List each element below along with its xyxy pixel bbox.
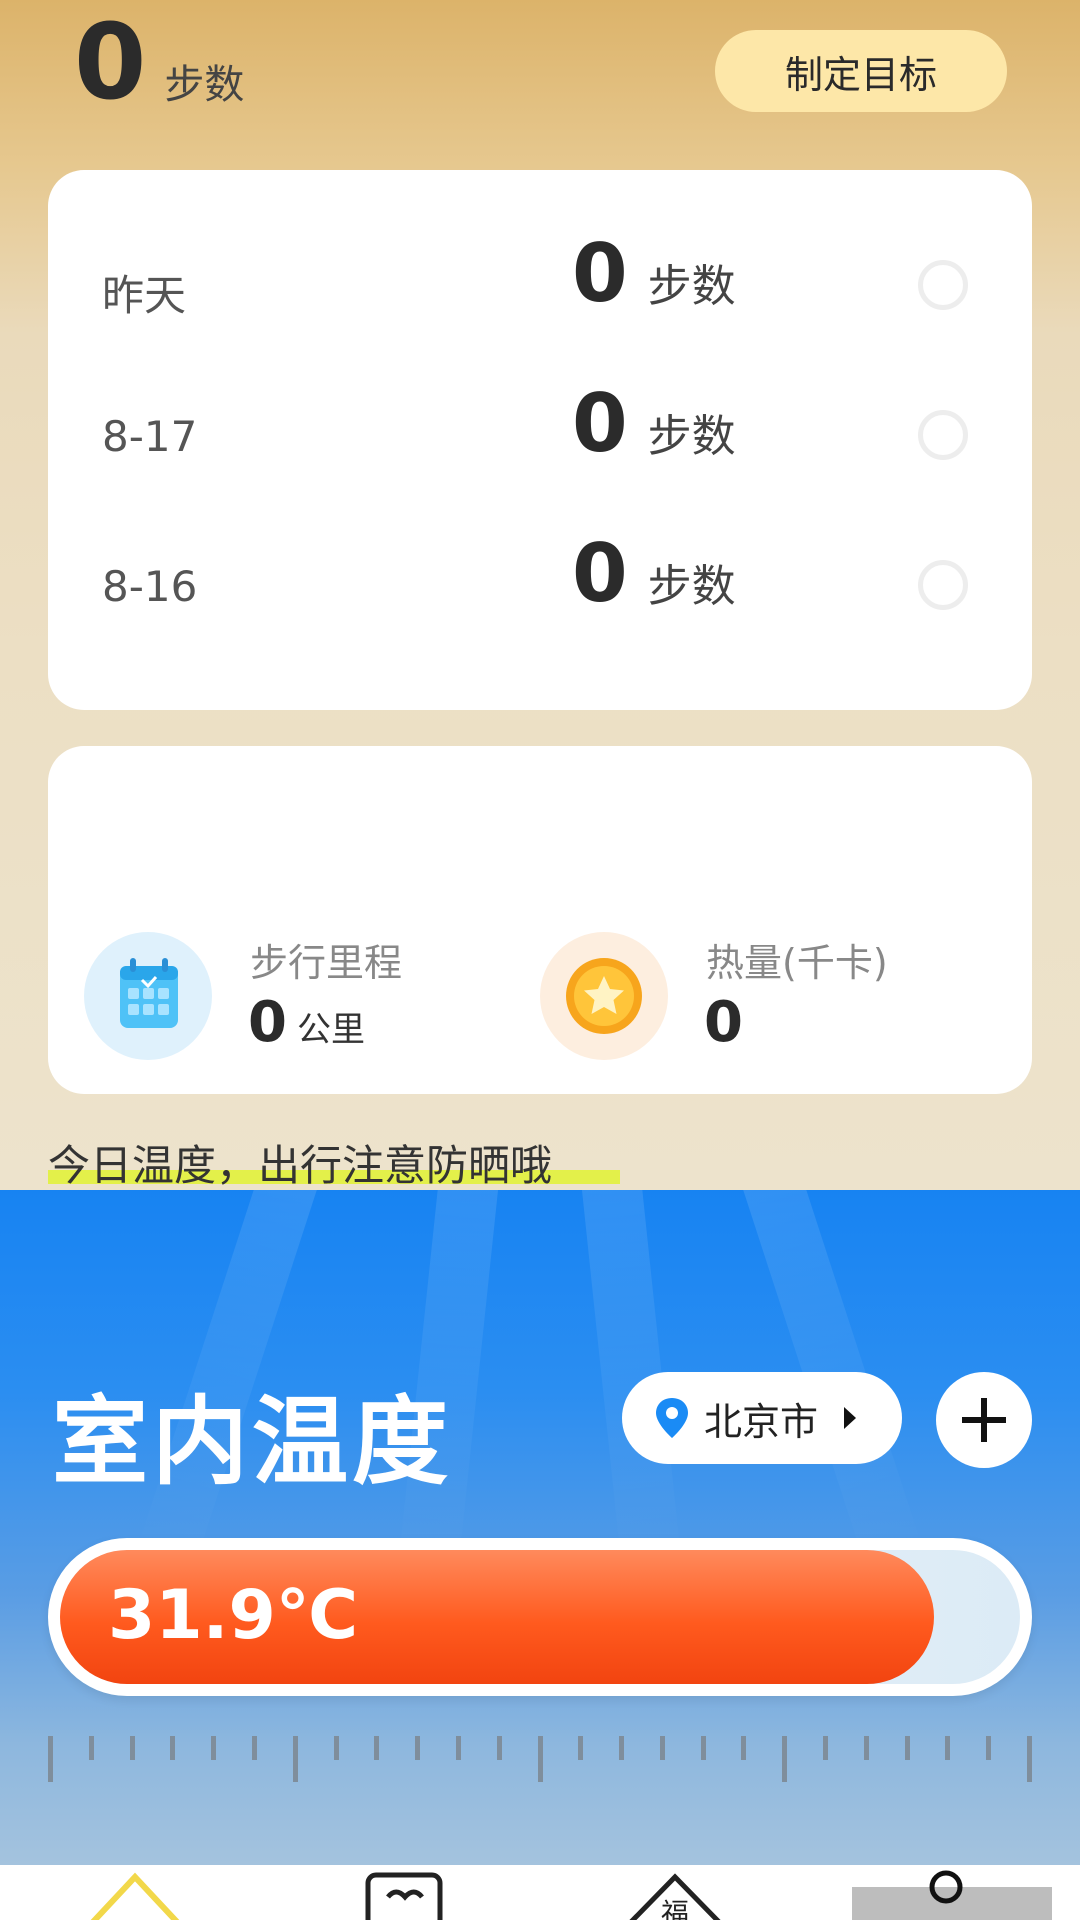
coin-star-icon [540, 932, 668, 1060]
goal-check-circle [918, 410, 968, 460]
caret-right-icon [844, 1407, 857, 1429]
history-date: 8-17 [102, 412, 198, 461]
history-steps: 0 步数 [572, 384, 736, 464]
goal-check-circle [918, 560, 968, 610]
scale-tick [334, 1736, 339, 1760]
scale-tick [130, 1736, 135, 1760]
history-steps-value: 0 [572, 527, 628, 620]
history-steps-unit: 步数 [647, 261, 736, 312]
scale-tick [374, 1736, 379, 1760]
distance-label: 步行里程 [250, 941, 403, 985]
today-steps-unit: 步数 [164, 62, 245, 108]
history-date: 昨天 [102, 271, 187, 320]
scale-tick [578, 1736, 583, 1760]
scale-tick [415, 1736, 420, 1760]
add-city-button[interactable] [936, 1372, 1032, 1468]
svg-text:福: 福 [661, 1897, 689, 1920]
scale-tick [170, 1736, 175, 1760]
scale-tick [293, 1736, 298, 1782]
scale-tick [823, 1736, 828, 1760]
scale-tick [252, 1736, 257, 1760]
set-goal-button[interactable]: 制定目标 [715, 30, 1007, 112]
history-steps-value: 0 [572, 227, 628, 320]
indoor-temperature-title: 室内温度 [52, 1386, 452, 1498]
scale-tick [497, 1736, 502, 1760]
scale-tick [701, 1736, 706, 1760]
history-row: 8-16 0 步数 [48, 526, 1032, 646]
history-steps-value: 0 [572, 377, 628, 470]
calories-label: 热量(千卡) [706, 941, 888, 985]
bottom-nav: 福 [0, 1865, 1080, 1920]
calories-number: 0 [704, 990, 743, 1055]
scale-tick [89, 1736, 94, 1760]
distance-number: 0 [248, 990, 287, 1055]
step-history-card: 昨天 0 步数 8-17 0 步数 8-16 0 步数 [48, 170, 1032, 710]
calendar-icon [84, 932, 212, 1060]
scale-tick [211, 1736, 216, 1760]
history-steps-unit: 步数 [647, 561, 736, 612]
temperature-value: 31.9℃ [108, 1576, 359, 1655]
scale-tick [741, 1736, 746, 1760]
scale-tick [864, 1736, 869, 1760]
today-steps-value: 0 [74, 1, 147, 123]
scale-tick [1027, 1736, 1032, 1782]
distance-unit: 公里 [296, 1010, 365, 1050]
history-row: 8-17 0 步数 [48, 376, 1032, 496]
scale-tick [782, 1736, 787, 1782]
history-date: 8-16 [102, 562, 198, 611]
location-pin-icon [656, 1398, 688, 1438]
history-steps-unit: 步数 [647, 411, 736, 462]
fortune-icon[interactable]: 福 [620, 1871, 730, 1920]
scale-tick [538, 1736, 543, 1782]
scale-tick [986, 1736, 991, 1760]
tip-text: 今日温度，出行注意防晒哦 [48, 1141, 553, 1190]
scale-tick [456, 1736, 461, 1760]
scale-tick [619, 1736, 624, 1760]
home-icon[interactable] [80, 1871, 190, 1920]
scale-tick [48, 1736, 53, 1782]
history-row: 昨天 0 步数 [48, 226, 1032, 346]
stats-card: 步行里程 0 公里 热量(千卡) 0 [48, 746, 1032, 1094]
profile-icon[interactable] [916, 1867, 976, 1920]
today-steps: 0 步数 [74, 10, 244, 114]
history-steps: 0 步数 [572, 534, 736, 614]
scale-tick [660, 1736, 665, 1760]
history-steps: 0 步数 [572, 234, 736, 314]
scale-tick [905, 1736, 910, 1760]
city-selector[interactable]: 北京市 [622, 1372, 902, 1464]
temperature-scale [48, 1736, 1032, 1786]
city-name: 北京市 [704, 1399, 819, 1444]
calories-value: 0 [704, 990, 743, 1055]
distance-value: 0 公里 [248, 990, 365, 1055]
plus-icon [962, 1398, 1006, 1442]
heart-frame-icon[interactable] [360, 1871, 450, 1920]
goal-check-circle [918, 260, 968, 310]
scale-tick [945, 1736, 950, 1760]
